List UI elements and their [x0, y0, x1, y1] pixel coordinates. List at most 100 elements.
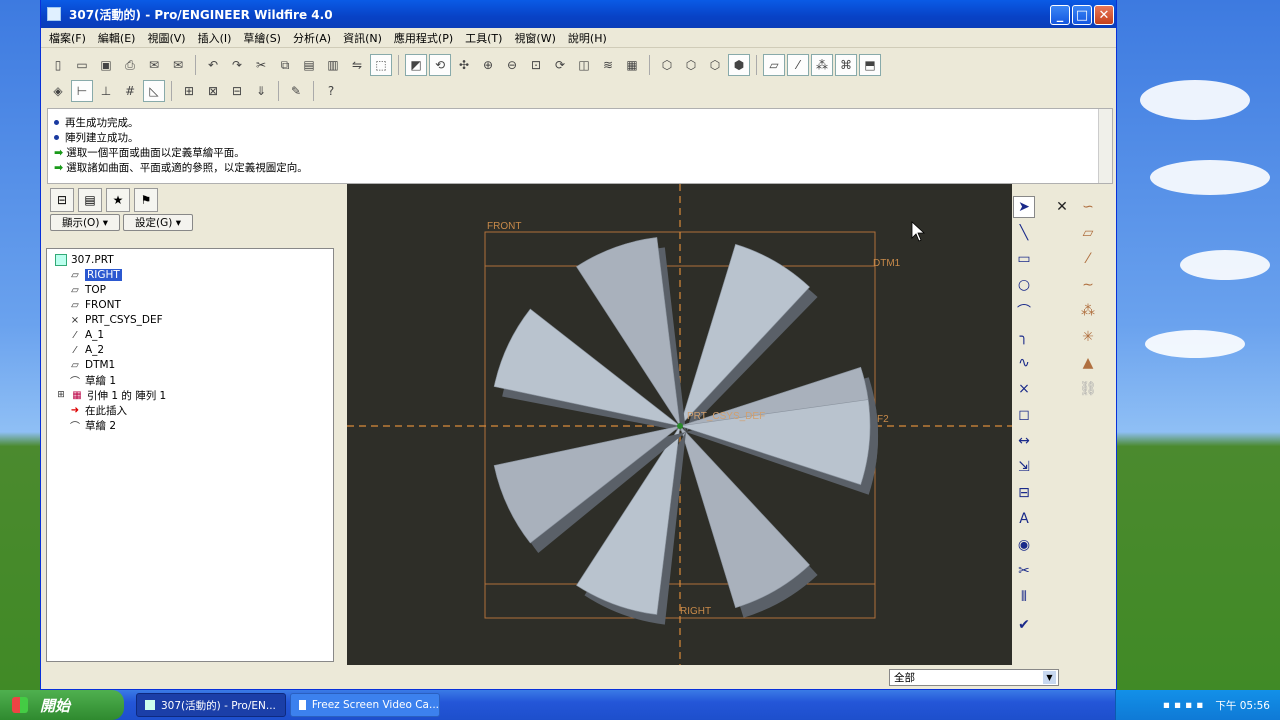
dim-display-icon[interactable]: ⊢: [71, 80, 93, 102]
datum-point-tool-icon[interactable]: ⁂: [1077, 300, 1099, 322]
constraints-icon[interactable]: ⊥: [95, 80, 117, 102]
zoom-out-icon[interactable]: ⊖: [501, 54, 523, 76]
favorites-tab-icon[interactable]: ★: [106, 188, 130, 212]
select-arrow-icon[interactable]: ➤: [1013, 196, 1035, 218]
tree-item-axis-1[interactable]: ⁄ A_1: [69, 328, 104, 342]
close-icon[interactable]: ✕: [1094, 5, 1114, 25]
sketch-import-icon[interactable]: ⇓: [250, 80, 272, 102]
text-icon[interactable]: A: [1013, 508, 1035, 530]
saved-views-icon[interactable]: ◫: [573, 54, 595, 76]
grid-icon[interactable]: #: [119, 80, 141, 102]
chain-tool-icon[interactable]: ⛓: [1077, 378, 1099, 400]
filter-dropdown[interactable]: 全部 ▼: [889, 669, 1059, 686]
line-icon[interactable]: ╲: [1013, 222, 1035, 244]
title-bar[interactable]: 307(活動的) - Pro/ENGINEER Wildfire 4.0 _ □…: [41, 0, 1116, 28]
minimize-icon[interactable]: _: [1050, 5, 1070, 25]
cut-icon[interactable]: ✂: [250, 54, 272, 76]
connections-tab-icon[interactable]: ⚑: [134, 188, 158, 212]
tree-item-dtm1[interactable]: ▱ DTM1: [69, 358, 115, 372]
sketch-relation-icon[interactable]: ⊟: [226, 80, 248, 102]
vertices-icon[interactable]: ◺: [143, 80, 165, 102]
open-icon[interactable]: ▭: [71, 54, 93, 76]
annotation-icon[interactable]: ⬒: [859, 54, 881, 76]
task-screen-recorder[interactable]: Freez Screen Video Ca...: [290, 693, 440, 717]
tree-item-top[interactable]: ▱ TOP: [69, 283, 106, 297]
context-help-icon[interactable]: ?: [320, 80, 342, 102]
sketch-orient-icon[interactable]: ⊞: [178, 80, 200, 102]
menu-window[interactable]: 視窗(W): [514, 30, 555, 46]
hidden-line-icon[interactable]: ⬡: [680, 54, 702, 76]
circle-icon[interactable]: ○: [1013, 274, 1035, 296]
refit-icon[interactable]: ⊡: [525, 54, 547, 76]
dimension-icon[interactable]: ↔: [1013, 430, 1035, 452]
save-icon[interactable]: ▣: [95, 54, 117, 76]
message-scrollbar[interactable]: [1098, 109, 1112, 183]
trim-icon[interactable]: ✂: [1013, 560, 1035, 582]
expand-icon[interactable]: ⊞: [55, 389, 67, 401]
wave-icon[interactable]: ∽: [1077, 196, 1099, 218]
layers-icon[interactable]: ≋: [597, 54, 619, 76]
mirror-sketch-icon[interactable]: ⫴: [1013, 586, 1035, 608]
rectangle-icon[interactable]: ▭: [1013, 248, 1035, 270]
csys-display-icon[interactable]: ⌘: [835, 54, 857, 76]
folder-browser-tab-icon[interactable]: ▤: [78, 188, 102, 212]
paste-special-icon[interactable]: ▥: [322, 54, 344, 76]
graphics-window[interactable]: FRONT DTM1 PRT_CSYS_DEF F2 RIGHT: [347, 184, 1012, 665]
email-link-icon[interactable]: ✉: [167, 54, 189, 76]
constraint-icon[interactable]: ⊟: [1013, 482, 1035, 504]
selection-box-icon[interactable]: ⬚: [370, 54, 392, 76]
tray-icons[interactable]: ▪▪▪▪: [1163, 699, 1207, 711]
modify-icon[interactable]: ⇲: [1013, 456, 1035, 478]
wireframe-icon[interactable]: ⬡: [656, 54, 678, 76]
menu-help[interactable]: 說明(H): [568, 30, 607, 46]
datum-points-icon[interactable]: ⁂: [811, 54, 833, 76]
fillet-icon[interactable]: ╮: [1013, 326, 1035, 348]
menu-sketch[interactable]: 草繪(S): [243, 30, 281, 46]
arc-icon[interactable]: ⌒: [1013, 300, 1035, 322]
menu-file[interactable]: 檔案(F): [49, 30, 86, 46]
zoom-in-icon[interactable]: ⊕: [477, 54, 499, 76]
menu-insert[interactable]: 插入(I): [198, 30, 232, 46]
menu-edit[interactable]: 編輯(E): [98, 30, 136, 46]
view-manager-icon[interactable]: ▦: [621, 54, 643, 76]
tree-item-right[interactable]: ▱ RIGHT: [69, 268, 122, 282]
cancel-x-icon[interactable]: ✕: [1051, 196, 1073, 218]
show-dropdown-button[interactable]: 顯示(O) ▾: [50, 214, 120, 231]
paste-icon[interactable]: ▤: [298, 54, 320, 76]
point-icon[interactable]: ×: [1013, 378, 1035, 400]
datum-planes-icon[interactable]: ▱: [763, 54, 785, 76]
email-icon[interactable]: ✉: [143, 54, 165, 76]
copy-icon[interactable]: ⧉: [274, 54, 296, 76]
palette-icon[interactable]: ◉: [1013, 534, 1035, 556]
datum-axes-icon[interactable]: ⁄: [787, 54, 809, 76]
menu-tools[interactable]: 工具(T): [465, 30, 502, 46]
spline-icon[interactable]: ∿: [1013, 352, 1035, 374]
redo-icon[interactable]: ↷: [226, 54, 248, 76]
sketcher-palette-icon[interactable]: ✎: [285, 80, 307, 102]
tree-item-part[interactable]: 307.PRT: [55, 253, 114, 267]
menu-info[interactable]: 資訊(N): [343, 30, 382, 46]
tree-item-sketch-1[interactable]: ⌒ 草繪 1: [69, 373, 116, 388]
menu-analysis[interactable]: 分析(A): [293, 30, 331, 46]
undo-icon[interactable]: ↶: [202, 54, 224, 76]
reorient-icon[interactable]: ⟳: [549, 54, 571, 76]
shading-icon[interactable]: ⬢: [728, 54, 750, 76]
menu-applications[interactable]: 應用程式(P): [394, 30, 453, 46]
sketch-ref-icon[interactable]: ⊠: [202, 80, 224, 102]
no-hidden-icon[interactable]: ⬡: [704, 54, 726, 76]
mirror-icon[interactable]: ⇋: [346, 54, 368, 76]
new-icon[interactable]: ▯: [47, 54, 69, 76]
csys-tool-icon[interactable]: ✳: [1077, 326, 1099, 348]
settings-dropdown-button[interactable]: 設定(G) ▾: [123, 214, 193, 231]
task-proe[interactable]: 307(活動的) - Pro/EN...: [136, 693, 286, 717]
tree-item-front[interactable]: ▱ FRONT: [69, 298, 121, 312]
repaint-icon[interactable]: ⟲: [429, 54, 451, 76]
model-tree-tab-icon[interactable]: ⊟: [50, 188, 74, 212]
tree-item-axis-2[interactable]: ⁄ A_2: [69, 343, 104, 357]
tree-item-pattern[interactable]: ⊞ ▦ 引伸 1 的 陣列 1: [55, 388, 166, 402]
sketch-setup-icon[interactable]: ◈: [47, 80, 69, 102]
menu-view[interactable]: 視圖(V): [147, 30, 185, 46]
analysis-tool-icon[interactable]: ▲: [1077, 352, 1099, 374]
datum-axis-tool-icon[interactable]: ⁄: [1077, 248, 1099, 270]
regenerate-icon[interactable]: ◩: [405, 54, 427, 76]
